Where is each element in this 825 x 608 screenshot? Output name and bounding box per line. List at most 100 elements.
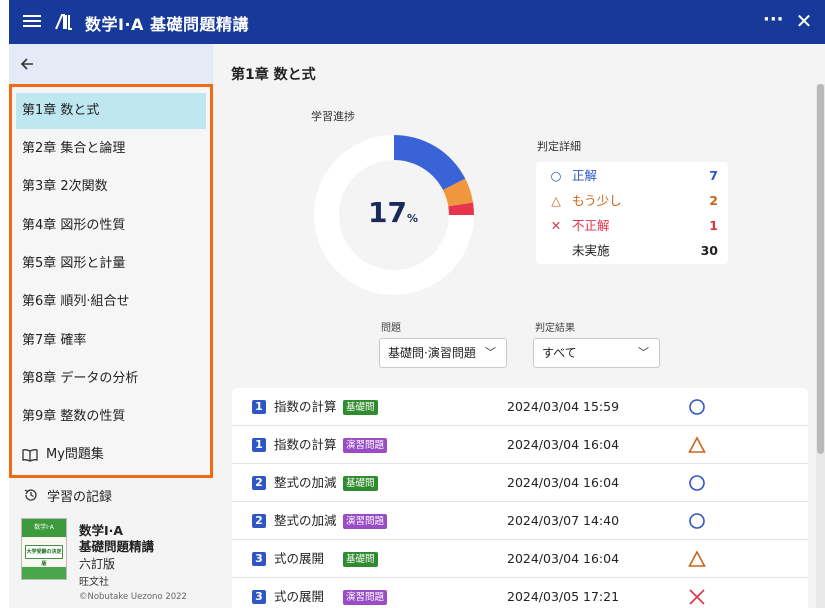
learning-record-item[interactable]: 学習の記録 <box>9 480 213 510</box>
book-cover-band: 数学Ⅰ·A <box>22 519 66 537</box>
close-button[interactable]: ✕ <box>794 9 814 33</box>
progress-percent: 17% <box>353 196 433 229</box>
judge-detail-box: ○ 正解 7 △ もう少し 2 ✕ 不正解 1 未実施 30 <box>536 162 728 264</box>
book-edition: 六訂版 <box>79 557 116 571</box>
correct-circle-icon <box>689 513 705 529</box>
chapter-item-7[interactable]: 第7章 確率 <box>16 323 206 359</box>
judge-count-wrong: 1 <box>709 218 718 233</box>
chevron-down-icon: ﹀ <box>485 346 496 359</box>
book-icon <box>22 449 38 462</box>
book-copyright: ©Nobutake Uezono 2022 <box>79 592 187 602</box>
my-problem-book-label: My問題集 <box>46 447 104 462</box>
problem-name: 整式の加減 <box>274 513 337 528</box>
judge-count-correct: 7 <box>709 168 718 183</box>
problem-number: 3 <box>252 590 266 604</box>
result-filter-value: すべて <box>542 346 577 360</box>
circle-icon: ○ <box>550 168 562 183</box>
sidebar: 第1章 数と式 第2章 集合と論理 第3章 2次関数 第4章 図形の性質 第5章… <box>9 44 213 608</box>
problem-filter-label: 問題 <box>381 323 401 334</box>
problem-name: 指数の計算 <box>274 437 337 452</box>
problem-type-badge: 基礎問 <box>343 476 378 491</box>
result-filter-select[interactable]: すべて ﹀ <box>533 338 660 368</box>
problem-number: 2 <box>252 514 266 528</box>
problem-type-badge: 基礎問 <box>343 400 378 415</box>
app-title: 数学Ⅰ·A 基礎問題精講 <box>85 15 249 34</box>
problem-type-badge: 演習問題 <box>343 590 388 605</box>
problem-date: 2024/03/04 15:59 <box>507 399 620 414</box>
book-title-2: 基礎問題精講 <box>79 539 155 554</box>
chapter-title: 第1章 数と式 <box>231 67 316 83</box>
judge-row-correct: ○ 正解 7 <box>548 164 718 188</box>
correct-circle-icon <box>689 475 705 491</box>
judge-count-not-done: 30 <box>700 243 718 258</box>
judge-label-not-done: 未実施 <box>572 243 610 258</box>
chapter-item-9[interactable]: 第9章 整数の性質 <box>16 399 206 435</box>
main-content: 第1章 数と式 学習進捗 17% 判定詳細 ○ 正解 7 △ もう少し 2 ✕ … <box>213 44 825 608</box>
donut-segment-correct <box>394 135 466 191</box>
scrollbar-thumb[interactable] <box>817 84 824 454</box>
chapter-item-5[interactable]: 第5章 図形と計量 <box>16 246 206 282</box>
book-cover-footer <box>22 567 66 579</box>
almost-triangle-icon <box>688 550 706 567</box>
problem-number: 2 <box>252 476 266 490</box>
app-header: 数学Ⅰ·A 基礎問題精講 ··· ✕ <box>9 0 825 44</box>
book-info: 数学Ⅰ·A 大学受験の決定版 数学Ⅰ·A 基礎問題精講 六訂版 旺文社 ©Nob… <box>19 518 209 608</box>
correct-circle-icon <box>689 399 705 415</box>
problem-number: 1 <box>252 438 266 452</box>
triangle-icon: △ <box>551 193 561 208</box>
problem-row[interactable]: 2 整式の加減 基礎問 2024/03/04 16:04 <box>232 464 808 502</box>
judge-row-almost: △ もう少し 2 <box>548 189 718 213</box>
book-cover-label: 大学受験の決定版 <box>25 545 63 567</box>
problem-number: 1 <box>252 400 266 414</box>
judge-label-almost: もう少し <box>572 193 622 208</box>
book-cover-image: 数学Ⅰ·A 大学受験の決定版 <box>21 518 67 580</box>
menu-icon[interactable] <box>23 12 41 32</box>
app-logo-icon <box>55 14 72 30</box>
problem-row[interactable]: 3 式の展開 基礎問 2024/03/04 16:04 <box>232 540 808 578</box>
scrollbar[interactable] <box>816 84 825 608</box>
more-options-button[interactable]: ··· <box>763 9 784 30</box>
progress-label: 学習進捗 <box>311 110 355 123</box>
progress-percent-unit: % <box>406 212 418 225</box>
wrong-cross-icon <box>689 589 705 605</box>
judge-label-correct: 正解 <box>572 168 598 183</box>
problem-date: 2024/03/04 16:04 <box>507 475 620 490</box>
problem-date: 2024/03/05 17:21 <box>507 589 620 604</box>
problem-type-badge: 演習問題 <box>343 438 388 453</box>
chapter-item-6[interactable]: 第6章 順列·組合せ <box>16 284 206 320</box>
chapter-item-1[interactable]: 第1章 数と式 <box>16 93 206 129</box>
problem-filter-select[interactable]: 基礎問·演習問題 ﹀ <box>379 338 507 368</box>
progress-percent-value: 17 <box>368 196 407 229</box>
problem-name: 式の展開 <box>274 551 325 566</box>
chapter-list: 第1章 数と式 第2章 集合と論理 第3章 2次関数 第4章 図形の性質 第5章… <box>9 84 213 478</box>
almost-triangle-icon <box>688 436 706 453</box>
chapter-item-3[interactable]: 第3章 2次関数 <box>16 169 206 205</box>
problem-row[interactable]: 1 指数の計算 演習問題 2024/03/04 16:04 <box>232 426 808 464</box>
judge-row-wrong: ✕ 不正解 1 <box>548 214 718 238</box>
problem-name: 指数の計算 <box>274 399 337 414</box>
chapter-item-8[interactable]: 第8章 データの分析 <box>16 361 206 397</box>
back-button[interactable] <box>9 44 213 84</box>
chapter-item-2[interactable]: 第2章 集合と論理 <box>16 131 206 167</box>
problem-filter-value: 基礎問·演習問題 <box>388 346 476 360</box>
history-icon <box>24 489 37 501</box>
problem-row[interactable]: 3 式の展開 演習問題 2024/03/05 17:21 <box>232 578 808 608</box>
back-arrow-icon <box>20 58 33 70</box>
judge-row-not-done: 未実施 30 <box>548 239 718 263</box>
chapter-item-4[interactable]: 第4章 図形の性質 <box>16 208 206 244</box>
my-problem-book-item[interactable]: My問題集 <box>16 437 206 473</box>
problem-row[interactable]: 1 指数の計算 基礎問 2024/03/04 15:59 <box>232 388 808 426</box>
problem-list: 1 指数の計算 基礎問 2024/03/04 15:59 1 指数の計算 演習問題 2024/… <box>232 388 808 608</box>
judge-detail-label: 判定詳細 <box>537 140 581 153</box>
problem-type-badge: 基礎問 <box>343 552 378 567</box>
problem-type-badge: 演習問題 <box>343 514 388 529</box>
problem-row[interactable]: 2 整式の加減 演習問題 2024/03/07 14:40 <box>232 502 808 540</box>
problem-number: 3 <box>252 552 266 566</box>
result-filter-label: 判定結果 <box>535 323 575 334</box>
learning-record-label: 学習の記録 <box>47 489 113 505</box>
problem-date: 2024/03/04 16:04 <box>507 437 620 452</box>
problem-name: 式の展開 <box>274 589 325 604</box>
book-publisher: 旺文社 <box>79 577 109 588</box>
judge-count-almost: 2 <box>709 193 718 208</box>
judge-label-wrong: 不正解 <box>572 218 610 233</box>
